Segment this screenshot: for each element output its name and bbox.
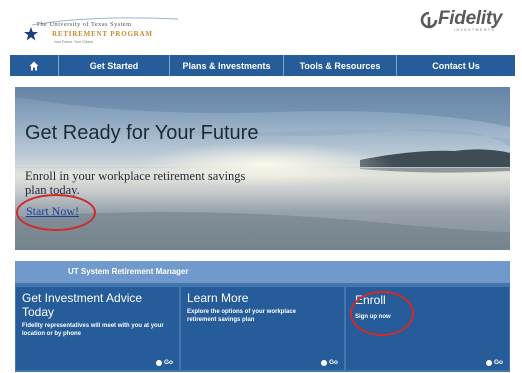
highlight-circle-enroll xyxy=(350,291,414,336)
ut-retirement-logo[interactable]: The University of Texas System RETIREMEN… xyxy=(22,13,182,47)
hero-banner: Get Ready for Your Future Enroll in your… xyxy=(15,87,510,250)
card-desc: Explore the options of your workplace re… xyxy=(187,309,297,323)
hero-title: Get Ready for Your Future xyxy=(25,122,259,144)
go-arrow-icon xyxy=(485,359,492,366)
retirement-manager-panel: UT System Retirement Manager Get Investm… xyxy=(15,261,510,372)
card-learn-more[interactable]: Learn More Explore the options of your w… xyxy=(181,287,344,370)
ut-logo-line1: The University of Texas System xyxy=(36,21,132,28)
nav-tools-resources[interactable]: Tools & Resources xyxy=(283,55,396,76)
nav-home[interactable] xyxy=(10,55,58,76)
go-label: Go xyxy=(493,359,503,366)
card-enroll[interactable]: Enroll Sign up now Go xyxy=(346,287,509,370)
card-title: Get Investment Advice Today xyxy=(22,291,143,319)
go-label: Go xyxy=(328,359,338,366)
home-icon xyxy=(29,61,39,70)
go-arrow-icon xyxy=(155,359,162,366)
go-button[interactable]: Go xyxy=(320,359,338,366)
go-button[interactable]: Go xyxy=(155,359,173,366)
panel-header: UT System Retirement Manager xyxy=(15,261,510,283)
fidelity-wordmark: Fidelity xyxy=(438,8,503,29)
card-title: Learn More xyxy=(187,291,249,305)
nav-plans-investments[interactable]: Plans & Investments xyxy=(169,55,283,76)
highlight-circle-start-now xyxy=(16,194,96,231)
nav-get-started[interactable]: Get Started xyxy=(58,55,169,76)
fidelity-sub: INVESTMENTS xyxy=(454,28,496,32)
go-button[interactable]: Go xyxy=(485,359,503,366)
fidelity-mark-icon xyxy=(420,11,438,29)
go-label: Go xyxy=(163,359,173,366)
ut-logo-line2: RETIREMENT PROGRAM xyxy=(52,30,153,38)
go-arrow-icon xyxy=(320,359,327,366)
nav-contact-us[interactable]: Contact Us xyxy=(396,55,515,76)
fidelity-logo[interactable]: Fidelity INVESTMENTS xyxy=(418,8,508,32)
star-icon xyxy=(24,27,38,41)
main-nav: Get Started Plans & Investments Tools & … xyxy=(10,55,515,76)
ut-logo-tagline: Your Future. Your Choice. xyxy=(54,40,94,44)
card-investment-advice[interactable]: Get Investment Advice Today Fidelity rep… xyxy=(16,287,179,370)
hero-subtitle: Enroll in your workplace retirement savi… xyxy=(25,169,246,197)
card-desc: Fidelity representatives will meet with … xyxy=(22,323,164,337)
